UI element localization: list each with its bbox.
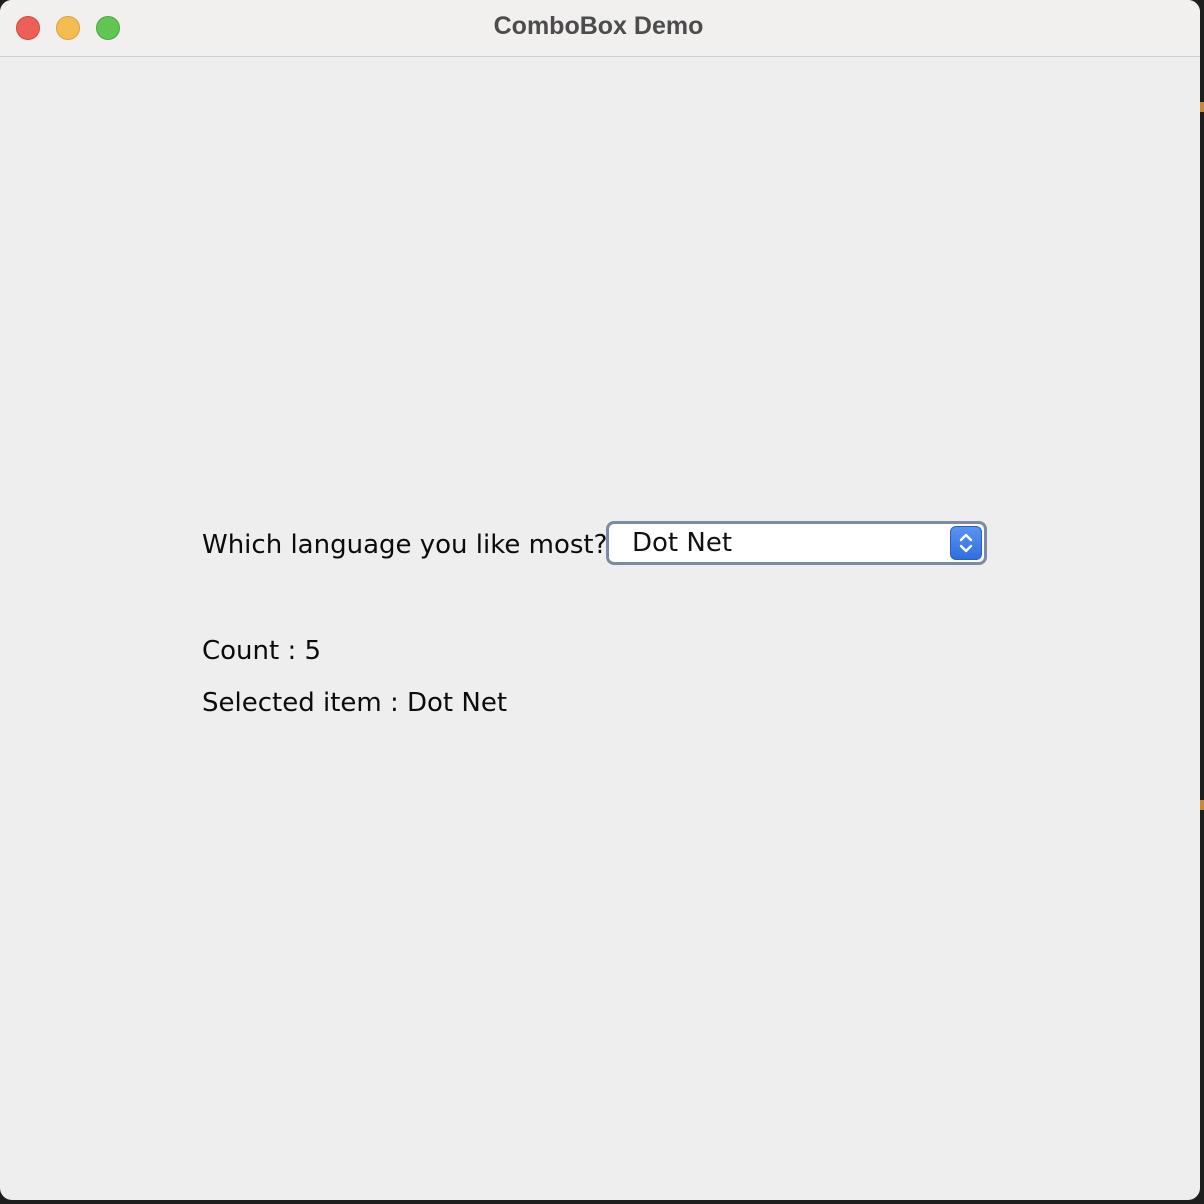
background-edge-mark — [1200, 102, 1204, 112]
title-bar[interactable]: ComboBox Demo — [0, 0, 1200, 57]
combobox-selected-value: Dot Net — [632, 528, 733, 558]
language-combobox[interactable]: Dot Net — [606, 521, 987, 565]
combobox-arrow-button[interactable] — [950, 526, 982, 560]
window-title: ComboBox Demo — [493, 12, 704, 40]
up-down-chevron-icon — [959, 533, 973, 553]
selected-item-label: Selected item : Dot Net — [202, 688, 508, 718]
content-panel: Which language you like most? Dot Net Co… — [0, 57, 1200, 1200]
background-edge-mark — [1200, 800, 1204, 810]
language-question-label: Which language you like most? — [202, 530, 608, 560]
item-count-label: Count : 5 — [202, 636, 322, 666]
app-window: ComboBox Demo Which language you like mo… — [0, 0, 1200, 1200]
